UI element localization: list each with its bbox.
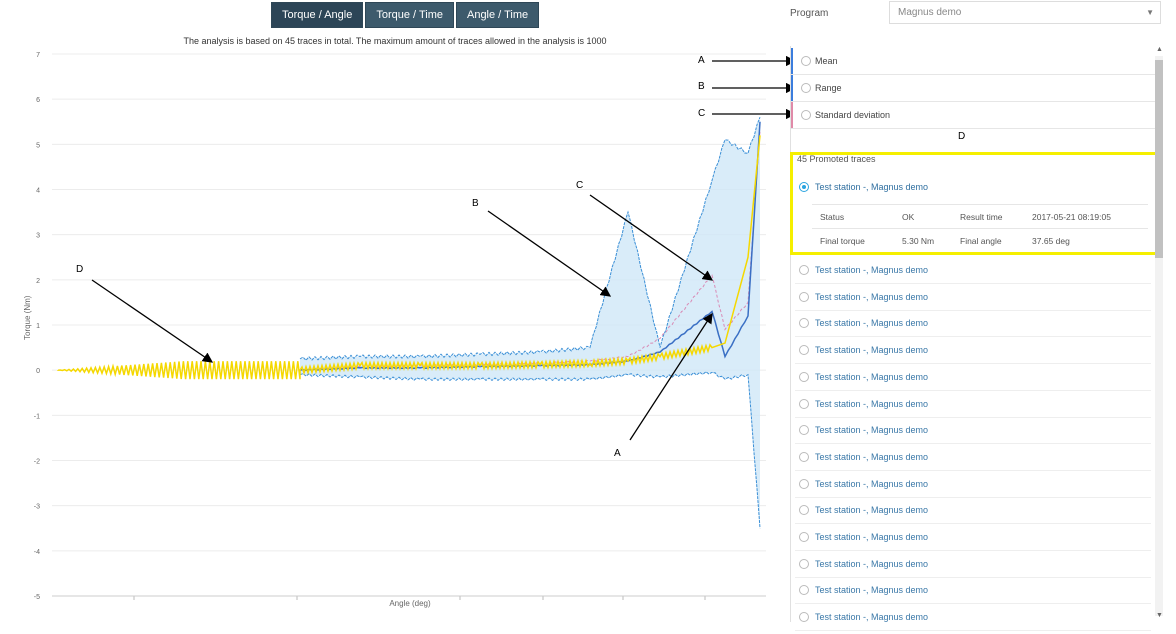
highlight-box: [790, 152, 1163, 255]
trace-name: Test station -, Magnus demo: [815, 558, 929, 569]
y-tick-label: -2: [34, 459, 40, 466]
trace-name: Test station -, Magnus demo: [815, 265, 929, 275]
trace-list-item[interactable]: Test station -, Magnus demo: [795, 497, 1151, 525]
range-band: [300, 117, 760, 529]
chart-grid: [52, 53, 766, 597]
trace-radio[interactable]: [799, 291, 809, 302]
y-axis-label: Torque (Nm): [23, 295, 32, 340]
trace-radio[interactable]: [799, 398, 809, 409]
trace-radio[interactable]: [799, 451, 809, 462]
trace-radio[interactable]: [799, 558, 809, 569]
trace-name: Test station -, Magnus demo: [815, 371, 929, 382]
trace-list-item[interactable]: Test station -, Magnus demo: [795, 471, 1151, 498]
y-tick-label: 7: [36, 52, 40, 59]
trace-list-item[interactable]: Test station -, Magnus demo: [795, 551, 1151, 578]
range-color-bar: [791, 75, 793, 101]
y-tick-label: 5: [36, 142, 40, 149]
trace-name: Test station -, Magnus demo: [815, 451, 929, 462]
trace-name: Test station -, Magnus demo: [815, 612, 929, 623]
trace-list-item[interactable]: Test station -, Magnus demo: [795, 604, 1151, 632]
trace-list-item[interactable]: Test station -, Magnus demo: [795, 524, 1151, 551]
y-tick-label: 4: [36, 188, 40, 195]
y-tick-label: -1: [34, 413, 40, 420]
trace-name: Test station -, Magnus demo: [815, 505, 929, 516]
program-label: Program: [790, 8, 829, 19]
annotation-label-a: A: [614, 448, 621, 459]
trace-list-item[interactable]: Test station -, Magnus demo: [795, 391, 1151, 418]
annotation-label-mean: A: [698, 55, 705, 66]
annotation-label-d: D: [76, 264, 84, 275]
option-mean[interactable]: Mean: [791, 48, 1159, 75]
trace-name: Test station -, Magnus demo: [815, 345, 929, 356]
y-tick-label: 2: [36, 278, 40, 285]
y-tick-label: 3: [36, 233, 40, 240]
y-axis-ticks: 7 6 5 4 3 2 1 0 -1 -2 -3 -4 -5: [34, 52, 40, 601]
program-select[interactable]: Magnus demo ▼: [889, 1, 1161, 24]
trace-list-item[interactable]: Test station -, Magnus demo: [795, 284, 1151, 311]
option-std[interactable]: Standard deviation: [791, 102, 1159, 129]
y-tick-label: 1: [36, 323, 40, 330]
analysis-side-panel: Mean Range Standard deviation 45 Promote…: [790, 46, 1161, 632]
option-mean-label: Mean: [815, 56, 838, 66]
y-tick-label: -4: [34, 549, 40, 556]
annotation-label-b: B: [472, 198, 479, 209]
trace-radio[interactable]: [799, 265, 809, 275]
trace-radio[interactable]: [799, 612, 809, 623]
trace-name: Test station -, Magnus demo: [815, 532, 929, 542]
trace-name: Test station -, Magnus demo: [815, 398, 929, 409]
trace-radio[interactable]: [799, 318, 809, 329]
annotation-label-range: B: [698, 81, 705, 92]
trace-radio[interactable]: [799, 425, 809, 436]
trace-list-item[interactable]: Test station -, Magnus demo: [795, 257, 1151, 284]
annotation-label-std: C: [698, 108, 706, 119]
option-std-label: Standard deviation: [815, 110, 891, 120]
scroll-up-icon[interactable]: ▲: [1156, 46, 1163, 53]
range-lower-line: [299, 371, 761, 529]
option-range-label: Range: [815, 83, 842, 93]
annotation-arrow-b: [487, 210, 612, 297]
std-color-bar: [791, 102, 793, 128]
y-tick-label: 0: [36, 368, 40, 375]
y-tick-label: -5: [34, 594, 40, 601]
trace-list-item[interactable]: Test station -, Magnus demo: [795, 444, 1151, 471]
trace-list-item[interactable]: Test station -, Magnus demo: [795, 417, 1151, 445]
option-range[interactable]: Range: [791, 75, 1159, 102]
y-tick-label: -3: [34, 504, 40, 511]
trace-radio[interactable]: [799, 585, 809, 596]
trace-list-item[interactable]: Test station -, Magnus demo: [795, 310, 1151, 338]
trace-radio[interactable]: [799, 371, 809, 382]
trace-list-item[interactable]: Test station -, Magnus demo: [795, 337, 1151, 365]
annotation-label-c: C: [576, 180, 584, 191]
torque-angle-chart: 7 6 5 4 3 2 1 0 -1 -2 -3 -4 -5 Torque (Nm) Angle (de…: [23, 52, 790, 608]
chart-series: [57, 117, 761, 529]
trace-name: Test station -, Magnus demo: [815, 585, 929, 596]
chevron-down-icon: ▼: [1146, 8, 1154, 17]
scrollbar-thumb[interactable]: [1155, 60, 1163, 258]
mean-radio[interactable]: [801, 56, 811, 66]
trace-list-item[interactable]: Test station -, Magnus demo: [795, 577, 1151, 605]
trace-name: Test station -, Magnus demo: [815, 318, 929, 329]
std-radio[interactable]: [801, 110, 811, 120]
scroll-down-icon[interactable]: ▼: [1156, 612, 1163, 619]
trace-radio[interactable]: [799, 345, 809, 356]
trace-name: Test station -, Magnus demo: [815, 425, 929, 436]
trace-list-item[interactable]: Test station -, Magnus demo: [795, 364, 1151, 391]
y-tick-label: 6: [36, 97, 40, 104]
annotation-arrow-d: [91, 279, 214, 363]
program-select-value: Magnus demo: [898, 7, 962, 18]
trace-name: Test station -, Magnus demo: [815, 291, 929, 302]
trace-radio[interactable]: [799, 505, 809, 516]
panel-scrollbar[interactable]: [1155, 56, 1163, 616]
trace-radio[interactable]: [799, 478, 809, 489]
trace-name: Test station -, Magnus demo: [815, 478, 929, 489]
mean-color-bar: [791, 48, 793, 74]
x-axis-label: Angle (deg): [389, 599, 431, 608]
range-radio[interactable]: [801, 83, 811, 93]
trace-radio[interactable]: [799, 532, 809, 542]
